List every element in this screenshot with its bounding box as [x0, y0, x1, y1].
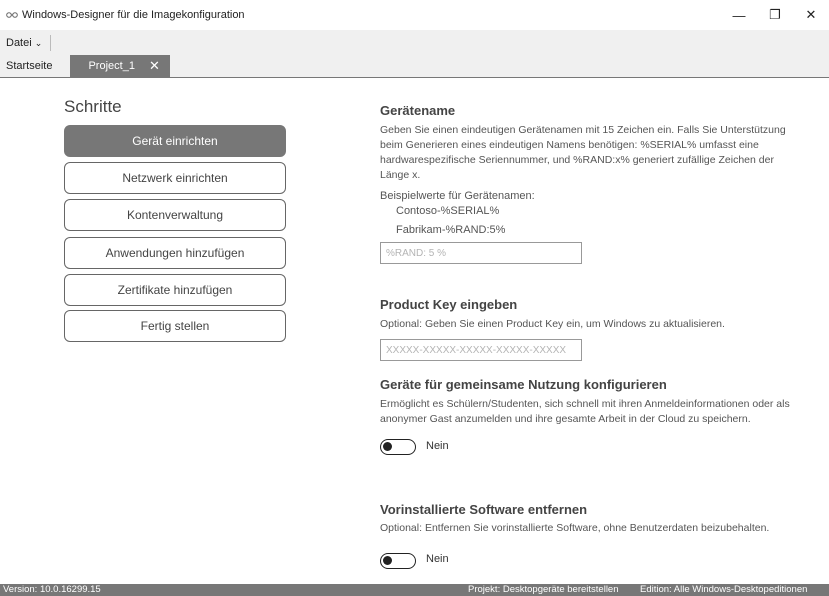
- window-title: Windows-Designer für die Imagekonfigurat…: [22, 9, 245, 21]
- example-contoso: Contoso-%SERIAL%: [396, 205, 500, 217]
- title-bar: Windows-Designer für die Imagekonfigurat…: [0, 0, 829, 30]
- menu-bar: Datei ⌄: [0, 30, 829, 56]
- restore-button[interactable]: ❐: [757, 0, 793, 30]
- tab-startseite[interactable]: Startseite: [0, 55, 62, 77]
- step-zertifikate-hinzufuegen[interactable]: Zertifikate hinzufügen: [64, 274, 286, 306]
- step-anwendungen-hinzufuegen[interactable]: Anwendungen hinzufügen: [64, 237, 286, 269]
- shared-use-toggle-label: Nein: [426, 440, 449, 452]
- example-fabrikam: Fabrikam-%RAND:5%: [396, 224, 506, 236]
- product-key-input[interactable]: [380, 339, 582, 361]
- tab-label: Project_1: [88, 60, 135, 72]
- toggle-knob: [383, 556, 392, 565]
- toggle-knob: [383, 442, 392, 451]
- step-netzwerk-einrichten[interactable]: Netzwerk einrichten: [64, 162, 286, 194]
- shared-use-toggle[interactable]: [380, 439, 416, 455]
- status-project: Projekt: Desktopgeräte bereitstellen: [468, 584, 619, 595]
- app-glasses-icon: [6, 10, 18, 20]
- remove-software-heading: Vorinstallierte Software entfernen: [380, 502, 588, 517]
- chevron-down-icon: ⌄: [34, 37, 43, 48]
- close-icon[interactable]: ✕: [149, 58, 160, 74]
- close-window-button[interactable]: ✕: [793, 0, 829, 30]
- device-name-input[interactable]: [380, 242, 582, 264]
- status-bar: Version: 10.0.16299.15 Projekt: Desktopg…: [0, 584, 829, 596]
- step-geraet-einrichten[interactable]: Gerät einrichten: [64, 125, 286, 157]
- minimize-button[interactable]: —: [721, 0, 757, 30]
- file-menu-label: Datei: [6, 37, 32, 49]
- shared-use-heading: Geräte für gemeinsame Nutzung konfigurie…: [380, 377, 667, 392]
- tab-label: Startseite: [6, 60, 53, 72]
- step-kontenverwaltung[interactable]: Kontenverwaltung: [64, 199, 286, 231]
- examples-label: Beispielwerte für Gerätenamen:: [380, 190, 535, 202]
- steps-heading: Schritte: [64, 97, 122, 116]
- status-edition: Edition: Alle Windows-Desktopeditionen: [640, 584, 808, 595]
- step-fertig-stellen[interactable]: Fertig stellen: [64, 310, 286, 342]
- status-version: Version: 10.0.16299.15: [3, 584, 101, 595]
- window-controls: — ❐ ✕: [721, 0, 829, 30]
- remove-software-toggle-label: Nein: [426, 553, 449, 565]
- tab-bar: Startseite Project_1 ✕: [0, 55, 829, 78]
- device-name-description: Geben Sie einen eindeutigen Gerätenamen …: [380, 124, 786, 181]
- device-name-heading: Gerätename: [380, 103, 456, 118]
- file-menu[interactable]: Datei ⌄: [6, 35, 52, 51]
- product-key-heading: Product Key eingeben: [380, 297, 518, 312]
- shared-use-description: Ermöglicht es Schülern/Studenten, sich s…: [380, 398, 790, 425]
- tab-project-1[interactable]: Project_1 ✕: [70, 55, 170, 77]
- remove-software-toggle[interactable]: [380, 553, 416, 569]
- remove-software-description: Optional: Entfernen Sie vorinstallierte …: [380, 522, 770, 534]
- product-key-description: Optional: Geben Sie einen Product Key ei…: [380, 318, 725, 330]
